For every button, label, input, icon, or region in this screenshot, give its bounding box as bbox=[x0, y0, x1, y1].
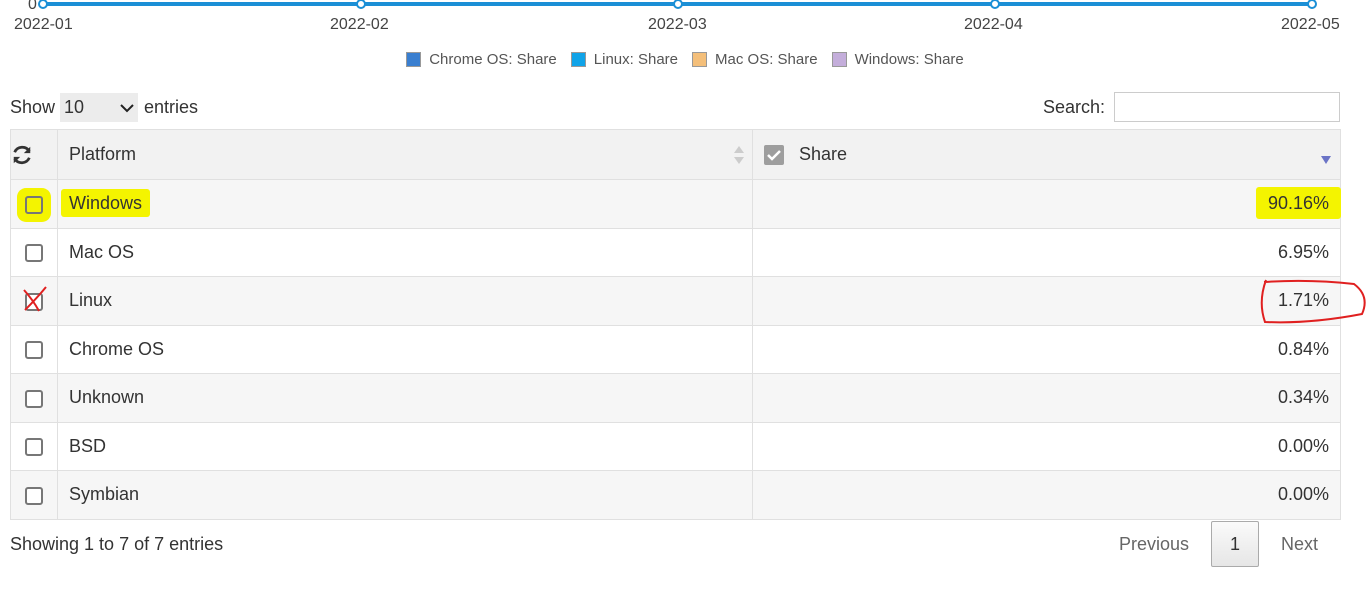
table-row[interactable]: Chrome OS 0.84% bbox=[10, 324, 1341, 374]
row-checkbox-cell[interactable] bbox=[10, 470, 58, 520]
platform-cell: Windows bbox=[57, 179, 753, 229]
table-row[interactable]: BSD 0.00% bbox=[10, 421, 1341, 471]
search-label: Search: bbox=[1042, 96, 1105, 117]
platform-name: Chrome OS bbox=[69, 338, 165, 359]
x-tick-label: 2022-02 bbox=[330, 16, 389, 33]
column-header-label: Platform bbox=[69, 144, 137, 164]
share-value: 0.00% bbox=[1277, 484, 1329, 505]
share-cell: 90.16% bbox=[752, 179, 1341, 229]
data-point[interactable] bbox=[673, 0, 683, 9]
data-point[interactable] bbox=[38, 0, 48, 9]
share-value: 6.95% bbox=[1277, 241, 1329, 262]
previous-button[interactable]: Previous bbox=[1097, 534, 1211, 555]
table-row[interactable]: Mac OS 6.95% bbox=[10, 227, 1341, 277]
platform-name: Linux bbox=[69, 290, 113, 311]
platform-name: Symbian bbox=[69, 484, 140, 505]
legend-label: Linux: Share bbox=[593, 51, 679, 68]
platform-cell: Symbian bbox=[57, 470, 753, 520]
row-checkbox[interactable] bbox=[25, 438, 43, 456]
page-length-control: Show 10 entries bbox=[10, 93, 198, 122]
row-checkbox[interactable] bbox=[25, 341, 43, 359]
share-value: 90.16% bbox=[1255, 187, 1341, 220]
share-value: 0.84% bbox=[1277, 338, 1329, 359]
entries-label: entries bbox=[144, 97, 199, 117]
legend-label: Chrome OS: Share bbox=[429, 51, 557, 68]
row-checkbox-cell[interactable] bbox=[10, 179, 58, 229]
row-checkbox-cell[interactable] bbox=[10, 373, 58, 423]
row-checkbox[interactable] bbox=[25, 244, 43, 262]
x-tick-label: 2022-04 bbox=[964, 16, 1023, 33]
legend-item-chrome-os[interactable]: Chrome OS: Share bbox=[406, 51, 557, 68]
table-row[interactable]: Linux 1.71% bbox=[10, 276, 1366, 326]
sort-desc-icon bbox=[1321, 156, 1331, 164]
next-button[interactable]: Next bbox=[1259, 534, 1340, 555]
row-checkbox[interactable] bbox=[25, 486, 43, 505]
platform-name: BSD bbox=[69, 435, 107, 456]
row-checkbox-cell[interactable] bbox=[10, 276, 58, 326]
search-input[interactable] bbox=[1114, 92, 1340, 122]
platform-cell: BSD bbox=[57, 421, 753, 471]
platform-cell: Mac OS bbox=[57, 227, 753, 277]
x-tick-label: 2022-03 bbox=[648, 16, 707, 33]
platform-share-table: Platform Share Windows 90.16% Mac OS 6.9… bbox=[10, 129, 1366, 520]
page-length-value: 10 bbox=[64, 97, 85, 117]
row-checkbox-cell[interactable] bbox=[10, 421, 58, 471]
table-row[interactable]: Symbian 0.00% bbox=[10, 470, 1341, 520]
legend-swatch bbox=[831, 52, 847, 67]
row-checkbox[interactable] bbox=[25, 389, 43, 408]
row-checkbox-cell[interactable] bbox=[10, 324, 58, 374]
share-cell: 0.84% bbox=[752, 324, 1341, 374]
platform-name: Windows bbox=[61, 189, 151, 218]
row-checkbox[interactable] bbox=[25, 195, 43, 214]
column-header-label: Share bbox=[799, 143, 848, 164]
chevron-down-icon bbox=[120, 103, 134, 112]
platform-name: Unknown bbox=[69, 387, 145, 408]
table-row[interactable]: Windows 90.16% bbox=[10, 179, 1341, 229]
share-cell: 0.00% bbox=[752, 421, 1341, 471]
share-cell: 6.95% bbox=[752, 227, 1341, 277]
x-tick-label: 2022-05 bbox=[1281, 16, 1340, 33]
legend-swatch bbox=[406, 52, 422, 67]
row-checkbox-cell[interactable] bbox=[10, 227, 58, 277]
select-all-header[interactable] bbox=[10, 129, 58, 180]
share-cell: 0.34% bbox=[752, 373, 1341, 423]
column-header-platform[interactable]: Platform bbox=[57, 129, 753, 180]
platform-cell: Chrome OS bbox=[57, 324, 753, 374]
legend-label: Windows: Share bbox=[854, 51, 964, 68]
page-button-current[interactable]: 1 bbox=[1210, 521, 1259, 567]
share-cell: 0.00% bbox=[752, 470, 1341, 520]
share-value: 0.34% bbox=[1277, 387, 1329, 408]
chart-line-svg bbox=[38, 0, 1317, 9]
column-header-share[interactable]: Share bbox=[752, 129, 1341, 180]
data-point[interactable] bbox=[1307, 0, 1317, 9]
refresh-icon[interactable] bbox=[11, 144, 33, 166]
chart-legend: Chrome OS: Share Linux: Share Mac OS: Sh… bbox=[0, 51, 1370, 68]
show-label: Show bbox=[10, 97, 56, 117]
search-control: Search: bbox=[1043, 92, 1340, 122]
platform-name: Mac OS bbox=[69, 241, 135, 262]
legend-item-linux[interactable]: Linux: Share bbox=[570, 51, 679, 68]
legend-label: Mac OS: Share bbox=[715, 51, 818, 68]
table-header-row: Platform Share bbox=[10, 129, 1341, 180]
page-length-select[interactable]: 10 bbox=[60, 93, 139, 122]
platform-cell: Unknown bbox=[57, 373, 753, 423]
x-tick-label: 2022-01 bbox=[14, 16, 73, 33]
share-value: 0.00% bbox=[1277, 435, 1329, 456]
platform-cell: Linux bbox=[57, 276, 753, 326]
legend-item-windows[interactable]: Windows: Share bbox=[831, 51, 964, 68]
sort-both-icon bbox=[734, 146, 744, 164]
table-info: Showing 1 to 7 of 7 entries bbox=[10, 534, 224, 554]
data-point[interactable] bbox=[356, 0, 366, 9]
data-point[interactable] bbox=[990, 0, 1000, 9]
share-cell: 1.71% bbox=[752, 276, 1366, 326]
checkbox-checked-icon bbox=[764, 145, 784, 166]
pen-circle-annotation-icon bbox=[1260, 279, 1366, 324]
legend-item-mac-os[interactable]: Mac OS: Share bbox=[692, 51, 818, 68]
pagination: Previous 1 Next bbox=[1097, 521, 1340, 567]
legend-swatch bbox=[692, 52, 708, 67]
pen-cross-mark-icon bbox=[23, 286, 47, 312]
chart-area: 0 2022-01 2022-02 2022-03 2022-04 2022-0… bbox=[0, 0, 1370, 40]
table-row[interactable]: Unknown 0.34% bbox=[10, 373, 1341, 423]
legend-swatch bbox=[570, 52, 586, 67]
